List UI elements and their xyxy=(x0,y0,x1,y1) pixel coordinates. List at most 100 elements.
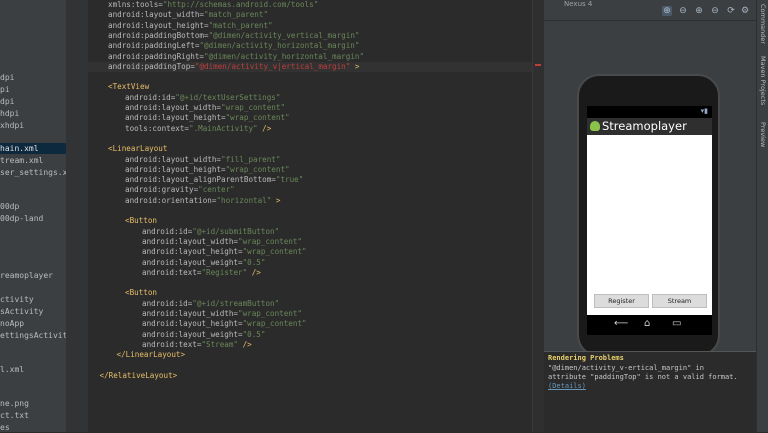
code-line[interactable]: android:id="@+id/submitButton" xyxy=(142,227,279,237)
recent-apps-icon[interactable]: ▭ xyxy=(672,318,681,329)
code-token-attr: android:paddingBottom= xyxy=(108,30,209,40)
code-token-tag: > xyxy=(350,61,360,71)
code-token-str: "wrap_content" xyxy=(225,164,290,174)
code-line[interactable]: android:layout_height="match_parent" xyxy=(108,21,273,31)
device-selector[interactable]: Nexus 4 xyxy=(564,0,592,8)
tree-item[interactable]: dpi xyxy=(0,72,14,83)
zoom-in-icon[interactable]: ⊕ xyxy=(694,6,704,16)
tree-item[interactable]: l.xml xyxy=(0,364,24,375)
tree-item[interactable]: ct.txt xyxy=(0,410,29,421)
tree-item[interactable]: 00dp-land xyxy=(0,213,43,224)
code-token-attr: android:gravity= xyxy=(125,185,199,195)
code-line[interactable]: android:layout_weight="0.5" xyxy=(142,258,265,268)
code-line[interactable]: android:gravity="center" xyxy=(125,185,235,195)
preview-tab[interactable]: Preview xyxy=(759,122,767,147)
code-line[interactable]: android:orientation="horizontal" > xyxy=(125,196,280,206)
code-token-attr: android:id= xyxy=(125,92,176,102)
code-token-attr: xmlns:tools= xyxy=(108,0,163,9)
settings-icon[interactable]: ⚙ xyxy=(740,6,750,16)
problem-details-link[interactable]: (Details) xyxy=(548,382,586,391)
code-token-str: "wrap_content" xyxy=(242,247,307,257)
tree-item[interactable]: es xyxy=(0,422,10,432)
code-token-attr: android:text= xyxy=(142,339,202,349)
code-line[interactable]: tools:context=".MainActivity" /> xyxy=(125,124,271,134)
code-token-str: "wrap_content" xyxy=(221,103,286,112)
code-line[interactable]: xmlns:tools="http://schemas.android.com/… xyxy=(108,0,318,10)
code-line[interactable]: </LinearLayout> xyxy=(117,350,186,360)
editor-gutter xyxy=(66,0,89,432)
code-editor[interactable]: xmlns:tools="http://schemas.android.com/… xyxy=(88,0,532,432)
code-line[interactable]: android:id="@+id/streamButton" xyxy=(142,299,279,309)
tree-item[interactable]: ettingsActivity xyxy=(0,330,66,341)
code-line[interactable]: <Button xyxy=(125,216,157,226)
signal-icon: ▾▮ xyxy=(700,107,708,115)
tree-item[interactable]: reamoplayer xyxy=(0,270,53,281)
code-token-str: "match_parent" xyxy=(204,10,269,20)
code-line[interactable]: android:paddingTop="@dimen/activity_v|er… xyxy=(88,61,532,72)
maven-projects-tab[interactable]: Maven Projects xyxy=(759,56,767,105)
code-token-str: "@dimen/activity_horizontal_margin" xyxy=(204,51,365,61)
code-line[interactable]: <TextView xyxy=(108,82,149,92)
tree-item[interactable]: noApp xyxy=(0,318,24,329)
code-token-attr: android:orientation= xyxy=(125,195,217,205)
tree-item[interactable]: tream.xml xyxy=(0,155,43,166)
zoom-out-icon[interactable]: ⊖ xyxy=(710,6,720,16)
code-token-tag: <LinearLayout xyxy=(108,144,168,154)
code-line[interactable]: android:text="Register" /> xyxy=(142,268,261,278)
code-token-attr: tools:context= xyxy=(125,123,190,133)
code-line[interactable]: android:layout_alignParentBottom="true" xyxy=(125,175,303,185)
tree-item[interactable]: 00dp xyxy=(0,201,19,212)
android-app-icon xyxy=(590,121,600,131)
code-token-attr: android:layout_alignParentBottom= xyxy=(125,175,276,185)
back-icon[interactable]: ⟵ xyxy=(614,318,628,329)
code-line[interactable]: android:paddingRight="@dimen/activity_ho… xyxy=(108,52,364,62)
refresh-icon[interactable]: ⟳ xyxy=(726,6,736,16)
code-token-str: "match_parent" xyxy=(208,20,273,30)
tree-item[interactable]: hain.xml xyxy=(0,143,66,154)
stream-button[interactable]: Stream xyxy=(652,294,707,308)
code-line[interactable]: android:paddingLeft="@dimen/activity_hor… xyxy=(108,41,359,51)
device-status-bar: ▾▮ xyxy=(587,106,712,118)
code-token-str: "0.5" xyxy=(242,329,266,339)
code-line[interactable]: </RelativeLayout> xyxy=(100,371,178,381)
code-token-str: "Register" xyxy=(201,267,248,277)
code-line[interactable]: android:layout_height="wrap_content" xyxy=(125,113,290,123)
tree-item[interactable]: ctivity xyxy=(0,294,34,305)
tree-item[interactable]: dpi xyxy=(0,96,14,107)
zoom-fit-icon[interactable]: ⊕ xyxy=(662,6,672,16)
code-token-err: "@dimen/activity_v|ertical_margin" xyxy=(194,61,351,71)
code-line[interactable]: android:layout_width="wrap_content" xyxy=(142,237,302,247)
code-line[interactable]: android:layout_height="wrap_content" xyxy=(142,247,307,257)
code-line[interactable]: android:layout_height="wrap_content" xyxy=(125,165,290,175)
code-token-attr: android:layout_weight= xyxy=(142,257,243,267)
code-token-attr: android:id= xyxy=(142,298,193,308)
code-token-attr: android:layout_width= xyxy=(142,236,239,246)
home-icon[interactable]: ⌂ xyxy=(644,318,650,329)
tree-item[interactable]: ser_settings.xml xyxy=(0,167,66,178)
code-token-str: "http://schemas.android.com/tools" xyxy=(162,0,319,9)
code-token-attr: android:layout_width= xyxy=(142,309,239,318)
tree-item[interactable]: ne.png xyxy=(0,398,29,409)
code-line[interactable]: android:layout_width="match_parent" xyxy=(108,10,268,20)
code-line[interactable]: android:layout_weight="0.5" xyxy=(142,330,265,340)
tree-item[interactable]: pi xyxy=(0,84,10,95)
code-line[interactable]: android:id="@+id/textUserSettings" xyxy=(125,93,280,103)
code-token-attr: android:layout_height= xyxy=(108,20,209,30)
code-token-str: "center" xyxy=(198,185,235,195)
code-line[interactable]: android:text="Stream" /> xyxy=(142,340,252,350)
tree-item[interactable]: sActivity xyxy=(0,306,43,317)
app-title: Streamoplayer xyxy=(602,119,687,133)
code-line[interactable]: android:layout_width="fill_parent" xyxy=(125,155,280,165)
code-line[interactable]: android:layout_height="wrap_content" xyxy=(142,319,307,329)
code-line[interactable]: android:layout_width="wrap_content" xyxy=(142,309,302,319)
register-button[interactable]: Register xyxy=(594,294,649,308)
zoom-actual-icon[interactable]: ⊖ xyxy=(678,6,688,16)
code-line[interactable]: android:paddingBottom="@dimen/activity_v… xyxy=(108,31,359,41)
code-line[interactable]: android:layout_width="wrap_content" xyxy=(125,103,285,113)
code-line[interactable]: <Button xyxy=(125,288,157,298)
error-marker-icon[interactable] xyxy=(535,64,541,66)
commander-tab[interactable]: Commander xyxy=(759,4,767,44)
tree-item[interactable]: xhdpi xyxy=(0,120,24,131)
code-line[interactable]: <LinearLayout xyxy=(108,144,167,154)
tree-item[interactable]: hdpi xyxy=(0,108,19,119)
